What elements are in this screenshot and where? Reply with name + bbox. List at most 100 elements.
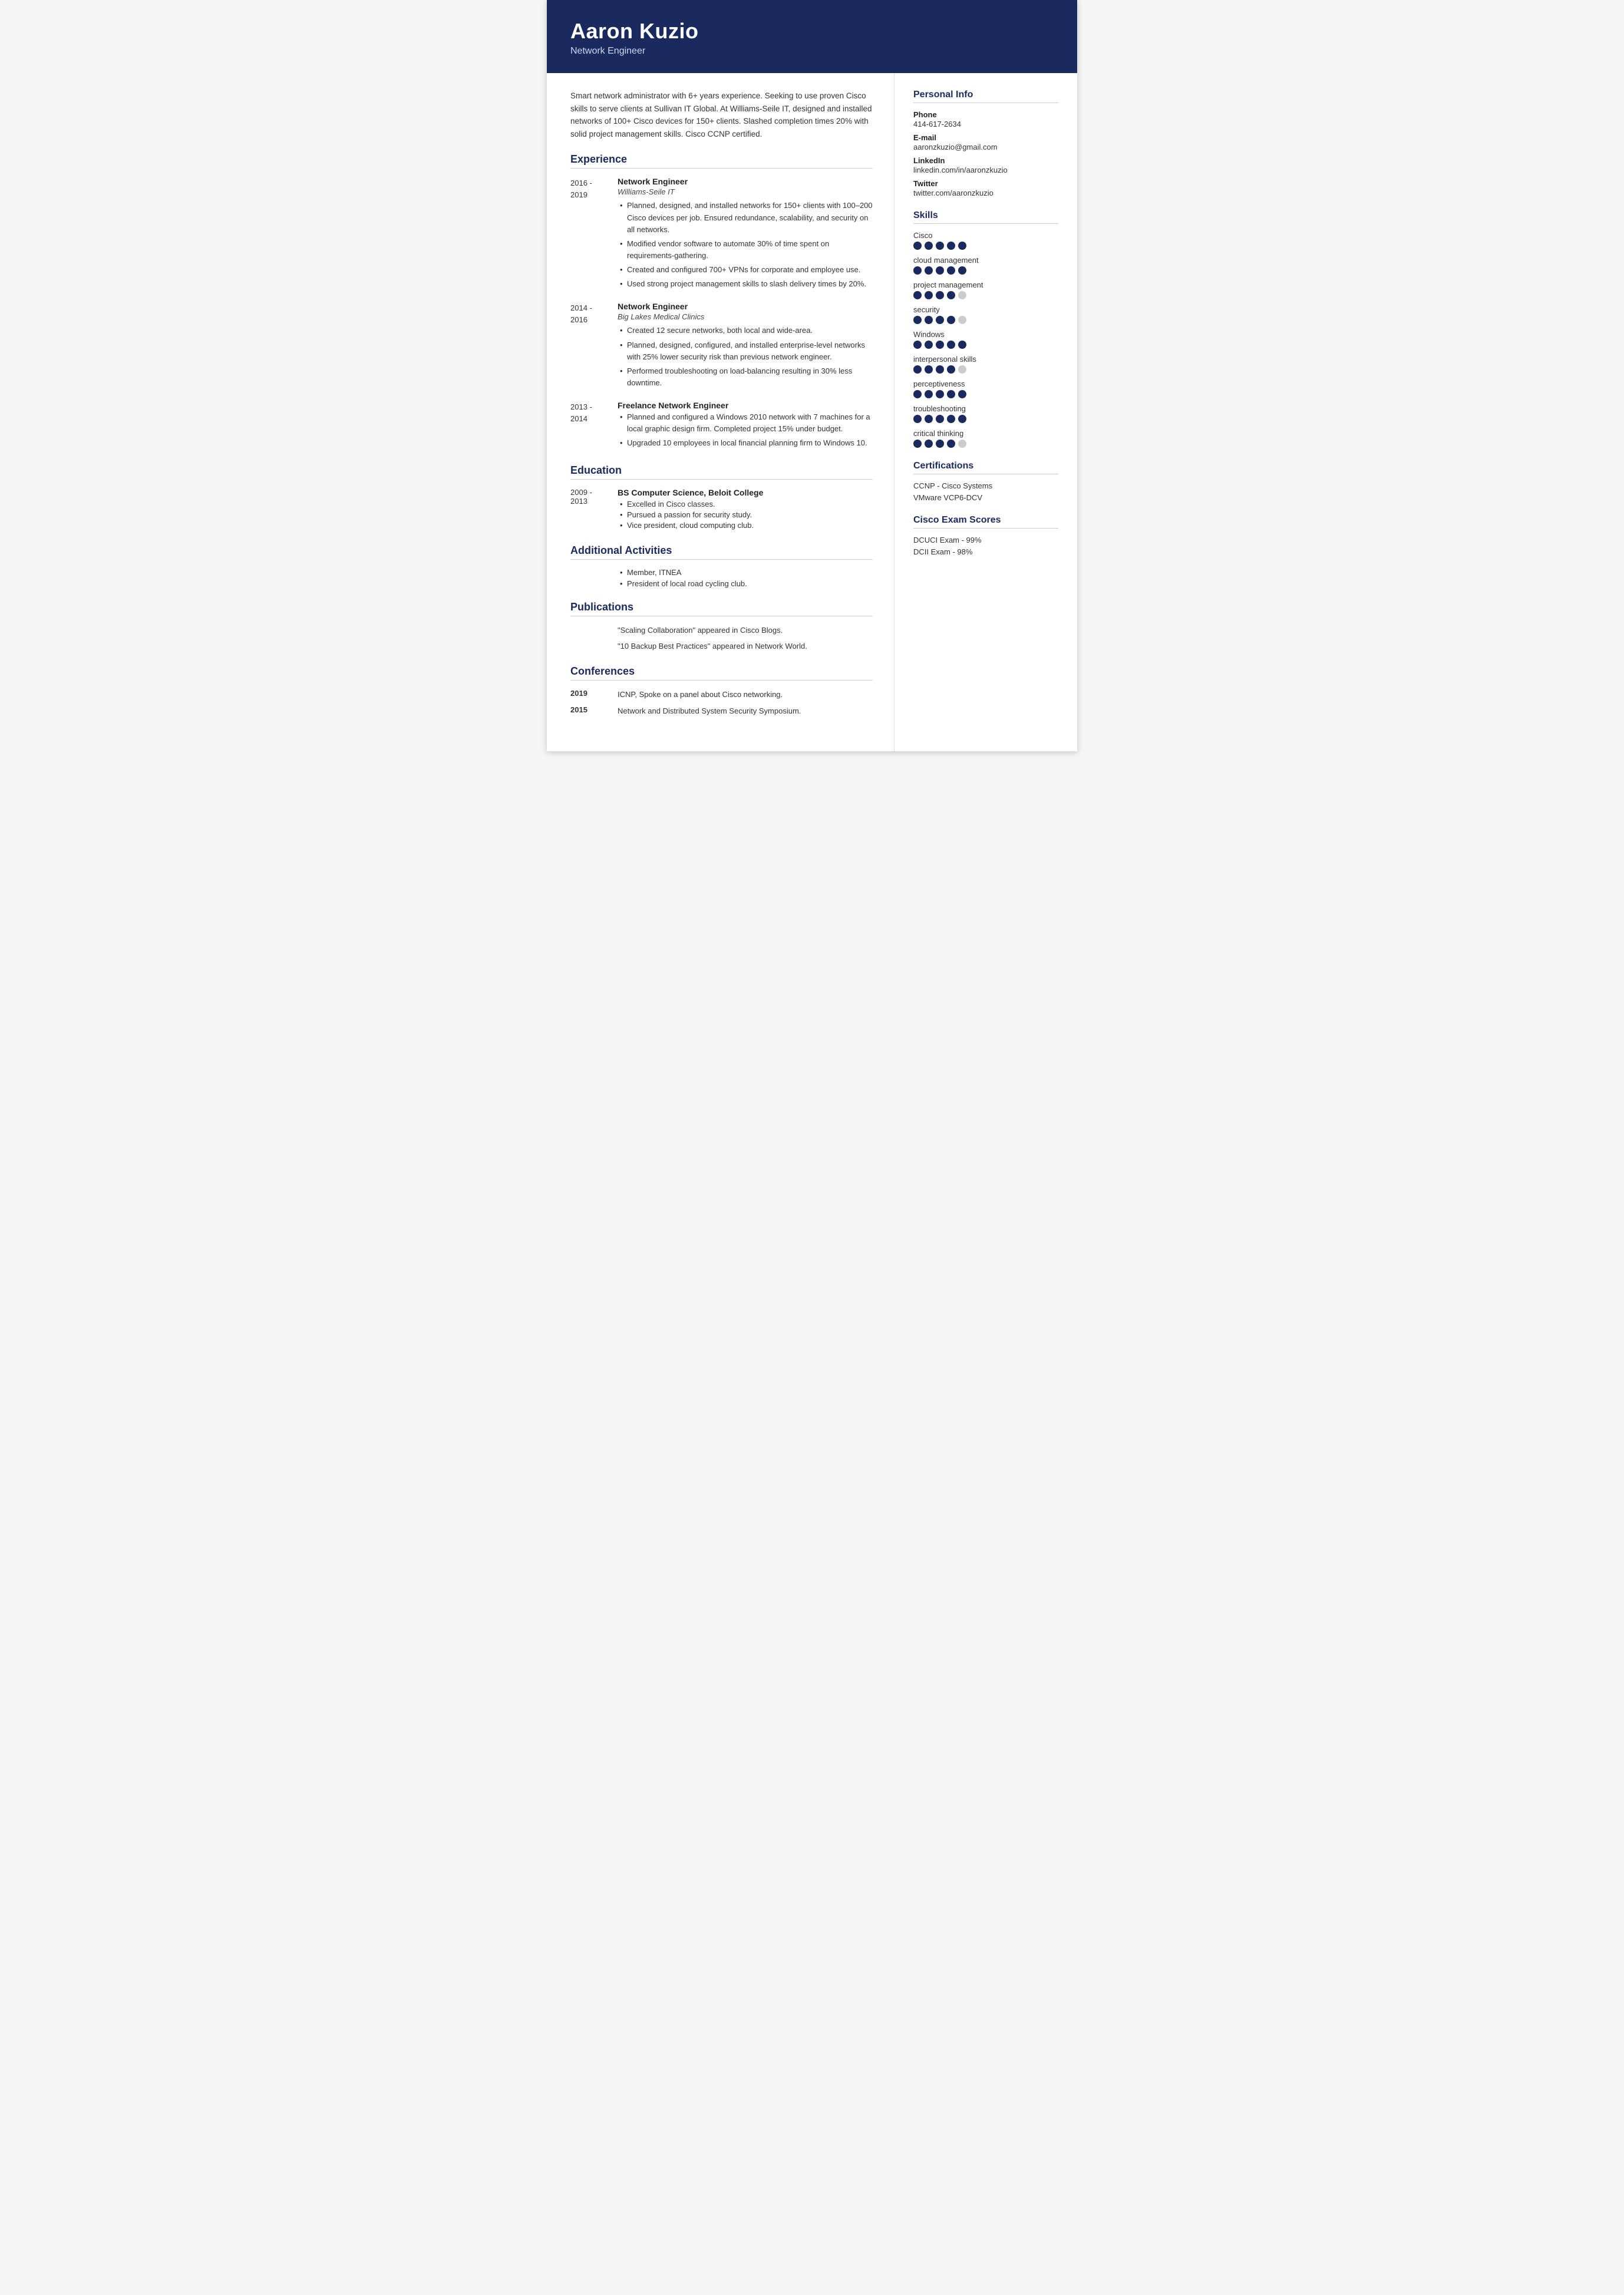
- exam-scores-title: Cisco Exam Scores: [913, 515, 1058, 529]
- skills-list: Ciscocloud managementproject managements…: [913, 231, 1058, 448]
- exp-bullets: Created 12 secure networks, both local a…: [618, 325, 873, 389]
- exp-job-title: Network Engineer: [618, 302, 873, 311]
- skill-dot-filled: [947, 316, 955, 324]
- exp-bullet: Modified vendor software to automate 30%…: [618, 238, 873, 262]
- info-label: LinkedIn: [913, 156, 1058, 165]
- skill-dot-filled: [925, 316, 933, 324]
- skill-dot-filled: [936, 440, 944, 448]
- skill-dots: [913, 266, 1058, 275]
- info-label: Phone: [913, 110, 1058, 119]
- skills-title: Skills: [913, 210, 1058, 224]
- certifications-section: Certifications CCNP - Cisco Systems VMwar…: [913, 461, 1058, 502]
- certification-item: VMware VCP6-DCV: [913, 493, 1058, 502]
- conferences-section: Conferences 2019ICNP, Spoke on a panel a…: [570, 665, 873, 717]
- skill-item: perceptiveness: [913, 379, 1058, 398]
- exam-score-item: DCUCI Exam - 99%: [913, 536, 1058, 544]
- skill-dot-filled: [913, 440, 922, 448]
- skill-dot-filled: [936, 341, 944, 349]
- experience-item: 2016 -2019Network EngineerWilliams-Seile…: [570, 177, 873, 292]
- exp-bullet: Planned and configured a Windows 2010 ne…: [618, 411, 873, 435]
- exp-bullet: Performed troubleshooting on load-balanc…: [618, 365, 873, 389]
- skill-dot-filled: [936, 242, 944, 250]
- exp-content: Network EngineerWilliams-Seile ITPlanned…: [618, 177, 873, 292]
- conferences-list: 2019ICNP, Spoke on a panel about Cisco n…: [570, 689, 873, 717]
- certifications-title: Certifications: [913, 461, 1058, 474]
- skill-dot-filled: [958, 266, 966, 275]
- skill-dot-filled: [947, 390, 955, 398]
- activity-item: Member, ITNEA: [618, 568, 873, 577]
- skill-name: critical thinking: [913, 429, 1058, 438]
- skill-item: interpersonal skills: [913, 355, 1058, 374]
- exp-bullet: Planned, designed, and installed network…: [618, 200, 873, 235]
- info-value: linkedin.com/in/aaronzkuzio: [913, 166, 1058, 174]
- education-list: 2009 -2013BS Computer Science, Beloit Co…: [570, 488, 873, 531]
- exp-dates: 2016 -2019: [570, 177, 618, 292]
- skill-dot-filled: [947, 291, 955, 299]
- exp-bullet: Created and configured 700+ VPNs for cor…: [618, 264, 873, 276]
- exp-dates: 2014 -2016: [570, 302, 618, 391]
- skill-dots: [913, 341, 1058, 349]
- skill-dot-filled: [936, 390, 944, 398]
- skill-dot-filled: [936, 415, 944, 423]
- exp-bullet: Created 12 secure networks, both local a…: [618, 325, 873, 336]
- skill-item: security: [913, 305, 1058, 324]
- edu-bullet: Vice president, cloud computing club.: [618, 521, 873, 530]
- exp-bullet: Planned, designed, configured, and insta…: [618, 339, 873, 363]
- education-title: Education: [570, 464, 873, 480]
- personal-info-title: Personal Info: [913, 90, 1058, 103]
- skill-dot-filled: [925, 266, 933, 275]
- skill-dot-filled: [947, 440, 955, 448]
- education-item: 2009 -2013BS Computer Science, Beloit Co…: [570, 488, 873, 531]
- info-value: twitter.com/aaronzkuzio: [913, 189, 1058, 197]
- skill-dot-filled: [925, 291, 933, 299]
- skill-dot-filled: [936, 316, 944, 324]
- edu-bullet: Excelled in Cisco classes.: [618, 500, 873, 508]
- info-value: 414-617-2634: [913, 120, 1058, 128]
- skill-dot-filled: [925, 415, 933, 423]
- edu-bullet: Pursued a passion for security study.: [618, 510, 873, 519]
- skill-dot-filled: [958, 341, 966, 349]
- skill-dot-filled: [925, 341, 933, 349]
- skill-dot-filled: [936, 266, 944, 275]
- exam-score-item: DCII Exam - 98%: [913, 547, 1058, 556]
- edu-degree: BS Computer Science, Beloit College: [618, 488, 873, 497]
- publications-section: Publications "Scaling Collaboration" app…: [570, 601, 873, 652]
- certification-item: CCNP - Cisco Systems: [913, 481, 1058, 490]
- skill-dot-filled: [936, 291, 944, 299]
- skill-dot-filled: [947, 242, 955, 250]
- skill-dot-filled: [925, 365, 933, 374]
- experience-item: 2014 -2016Network EngineerBig Lakes Medi…: [570, 302, 873, 391]
- conference-item: 2019ICNP, Spoke on a panel about Cisco n…: [570, 689, 873, 701]
- edu-content: BS Computer Science, Beloit College Excel…: [618, 488, 873, 531]
- skill-dots: [913, 440, 1058, 448]
- exp-dates: 2013 -2014: [570, 401, 618, 451]
- activities-title: Additional Activities: [570, 544, 873, 560]
- left-column: Smart network administrator with 6+ year…: [547, 73, 894, 751]
- skill-name: Windows: [913, 330, 1058, 339]
- personal-info-section: Personal Info Phone414-617-2634 E-mailaar…: [913, 90, 1058, 197]
- applicant-name: Aaron Kuzio: [570, 19, 1054, 44]
- resume-header: Aaron Kuzio Network Engineer: [547, 0, 1077, 73]
- conference-desc: Network and Distributed System Security …: [618, 705, 873, 717]
- skill-name: perceptiveness: [913, 379, 1058, 388]
- publication-item: "Scaling Collaboration" appeared in Cisc…: [618, 625, 873, 636]
- activities-section: Additional Activities Member, ITNEA Presi…: [570, 544, 873, 588]
- resume-body: Smart network administrator with 6+ year…: [547, 73, 1077, 751]
- info-label: E-mail: [913, 133, 1058, 142]
- experience-section: Experience 2016 -2019Network EngineerWil…: [570, 153, 873, 451]
- personal-info-item: E-mailaaronzkuzio@gmail.com: [913, 133, 1058, 151]
- personal-info-item: Phone414-617-2634: [913, 110, 1058, 128]
- activity-item: President of local road cycling club.: [618, 579, 873, 588]
- conference-desc: ICNP, Spoke on a panel about Cisco netwo…: [618, 689, 873, 701]
- personal-info-list: Phone414-617-2634 E-mailaaronzkuzio@gmail…: [913, 110, 1058, 197]
- certifications-list: CCNP - Cisco Systems VMware VCP6-DCV: [913, 481, 1058, 502]
- skill-dots: [913, 291, 1058, 299]
- skill-name: interpersonal skills: [913, 355, 1058, 364]
- experience-list: 2016 -2019Network EngineerWilliams-Seile…: [570, 177, 873, 451]
- skill-item: Cisco: [913, 231, 1058, 250]
- personal-info-item: Twittertwitter.com/aaronzkuzio: [913, 179, 1058, 197]
- skill-item: critical thinking: [913, 429, 1058, 448]
- skill-dot-filled: [913, 415, 922, 423]
- conferences-title: Conferences: [570, 665, 873, 681]
- skill-dot-filled: [947, 365, 955, 374]
